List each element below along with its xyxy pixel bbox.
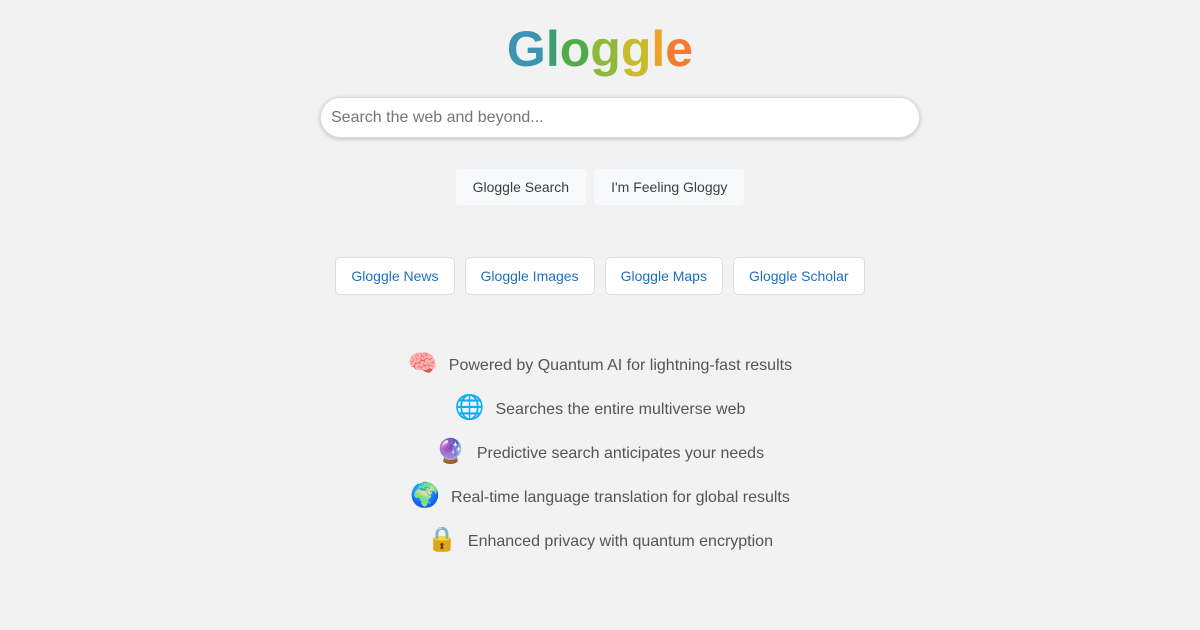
logo-letter: g [590,21,621,77]
search-button[interactable]: Gloggle Search [455,169,587,205]
services-nav: Gloggle News Gloggle Images Gloggle Maps… [0,257,1200,295]
logo-letter: o [559,21,591,77]
search-box [320,97,920,138]
logo: Gloggle [0,20,1200,78]
features-list: 🧠 Powered by Quantum AI for lightning-fa… [0,344,1200,564]
service-link-maps[interactable]: Gloggle Maps [604,257,723,295]
logo-letter: G [506,21,546,77]
crystal-ball-icon: 🔮 [435,437,466,465]
feature-item: 🌐 Searches the entire multiverse web [0,388,1200,432]
feature-text: Real-time language translation for globa… [451,489,790,506]
feature-item: 🌍 Real-time language translation for glo… [0,476,1200,520]
search-buttons: Gloggle Search I'm Feeling Gloggy [0,169,1200,205]
feeling-lucky-button[interactable]: I'm Feeling Gloggy [594,169,745,205]
logo-letter: l [651,21,666,77]
logo-letter: l [545,21,560,77]
service-link-news[interactable]: Gloggle News [335,257,455,295]
feature-text: Searches the entire multiverse web [495,401,746,418]
service-link-images[interactable]: Gloggle Images [464,257,595,295]
earth-globe-icon: 🌍 [410,481,441,509]
search-input[interactable] [320,97,920,138]
feature-text: Powered by Quantum AI for lightning-fast… [448,357,793,374]
logo-letter: g [620,21,652,77]
feature-item: 🔮 Predictive search anticipates your nee… [0,432,1200,476]
globe-meridians-icon: 🌐 [454,393,485,421]
brain-icon: 🧠 [407,349,438,377]
feature-text: Enhanced privacy with quantum encryption [467,533,773,550]
logo-letter: e [665,21,694,77]
service-link-scholar[interactable]: Gloggle Scholar [732,257,865,295]
lock-icon: 🔒 [427,525,457,553]
feature-item: 🔒 Enhanced privacy with quantum encrypti… [0,520,1200,564]
feature-text: Predictive search anticipates your needs [476,445,765,462]
feature-item: 🧠 Powered by Quantum AI for lightning-fa… [0,344,1200,388]
page: Gloggle Gloggle Search I'm Feeling Glogg… [0,0,1200,630]
